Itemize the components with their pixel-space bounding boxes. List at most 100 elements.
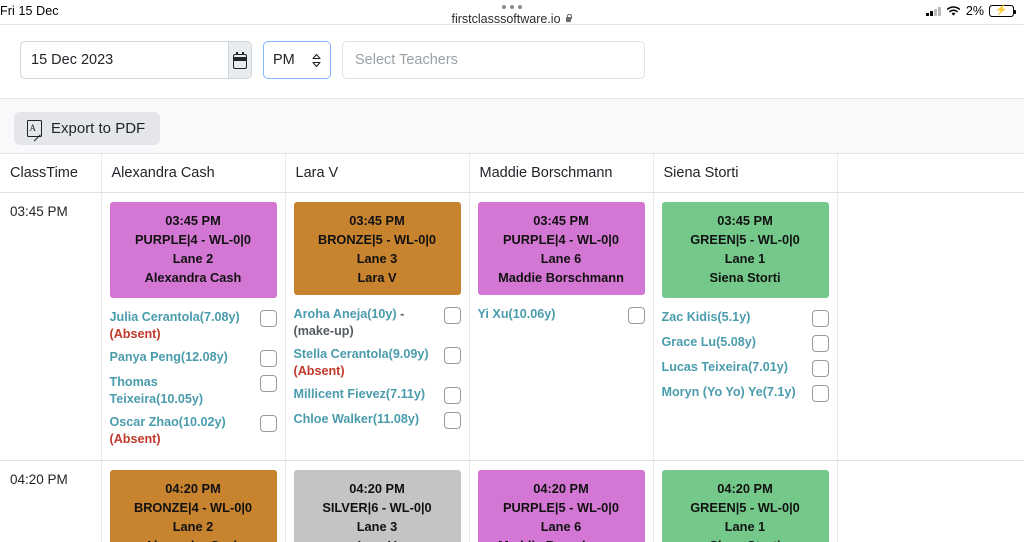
student-name[interactable]: Oscar Zhao(10.02y) (Absent) — [110, 414, 254, 447]
ampm-select[interactable]: PM — [263, 41, 331, 79]
student-name[interactable]: Yi Xu(10.06y) — [478, 306, 622, 323]
class-block-time: 04:20 PM — [165, 480, 221, 496]
attendance-checkbox[interactable] — [811, 309, 829, 327]
schedule-cell: 03:45 PM BRONZE|5 - WL-0|0 Lane 3 Lara V Aro… — [285, 192, 470, 461]
attendance-checkbox[interactable] — [443, 347, 461, 365]
class-block[interactable]: 04:20 PM SILVER|6 - WL-0|0 Lane 3 Lara V — [293, 469, 461, 542]
attendance-checkbox[interactable] — [443, 387, 461, 405]
class-block-teacher: Maddie Borschmann — [484, 538, 639, 542]
date-picker[interactable] — [20, 41, 252, 79]
student-name[interactable]: Julia Cerantola(7.08y) (Absent) — [110, 309, 254, 342]
calendar-icon — [233, 52, 247, 69]
student-row: Stella Cerantola(9.09y) (Absent) — [294, 341, 461, 381]
site-url: firstclasssoftware.io — [451, 11, 561, 26]
class-block-teacher: Siena Storti — [709, 269, 781, 285]
student-name[interactable]: Stella Cerantola(9.09y) (Absent) — [294, 346, 438, 379]
class-block[interactable]: 03:45 PM GREEN|5 - WL-0|0 Lane 1 Siena Stor… — [661, 202, 829, 298]
student-row: Panya Peng(12.08y) — [110, 344, 277, 369]
student-name[interactable]: Millicent Fievez(7.11y) — [294, 386, 438, 403]
class-block-teacher: Alexandra Cash — [144, 269, 242, 285]
attendance-checkbox[interactable] — [811, 334, 829, 352]
class-block[interactable]: 04:20 PM PURPLE|5 - WL-0|0 Lane 6 Maddie Bo… — [477, 469, 645, 542]
tab-overview-dots-icon[interactable] — [502, 4, 522, 9]
attendance-checkbox[interactable] — [259, 350, 277, 368]
student-row: Moryn (Yo Yo) Ye(7.1y) — [662, 379, 829, 404]
class-time-cell: 03:45 PM — [0, 192, 102, 461]
student-list: Julia Cerantola(7.08y) (Absent) Panya Peng… — [110, 304, 277, 450]
student-row: Chloe Walker(11.08y) — [294, 406, 461, 431]
export-toolbar: Export to PDF — [0, 99, 1024, 154]
browser-address-area: firstclasssoftware.io — [0, 0, 1024, 26]
student-name-text: Thomas Teixeira(10.05y) — [109, 375, 204, 406]
attendance-checkbox[interactable] — [443, 306, 461, 324]
class-block-level: BRONZE|4 - WL-0|0 — [133, 499, 253, 515]
student-name-text: Chloe Walker(11.08y) — [293, 412, 420, 427]
student-name-text: Lucas Teixeira(7.01y) — [661, 359, 788, 374]
schedule-cell — [837, 192, 1024, 461]
schedule-table-wrapper: ClassTime Alexandra Cash Lara V Maddie Bors… — [0, 154, 1024, 542]
class-block-teacher: Siena Storti — [668, 538, 823, 542]
attendance-checkbox[interactable] — [259, 415, 277, 433]
class-block[interactable]: 04:20 PM BRONZE|4 - WL-0|0 Lane 2 Alexandra… — [109, 469, 277, 542]
student-row: Yi Xu(10.06y) — [478, 301, 645, 326]
class-block-lane: Lane 6 — [540, 518, 582, 534]
class-block-lane: Lane 3 — [356, 250, 398, 266]
schedule-table: ClassTime Alexandra Cash Lara V Maddie Bors… — [0, 154, 1024, 542]
class-block-time: 04:20 PM — [717, 480, 773, 496]
student-absent-label: (Absent) — [109, 431, 161, 446]
attendance-checkbox[interactable] — [811, 384, 829, 402]
student-name[interactable]: Lucas Teixeira(7.01y) — [662, 359, 806, 376]
attendance-checkbox[interactable] — [627, 306, 645, 324]
student-row: Thomas Teixeira(10.05y) — [110, 369, 277, 409]
attendance-checkbox[interactable] — [443, 412, 461, 430]
filter-bar: PM — [0, 24, 1024, 99]
attendance-checkbox[interactable] — [259, 375, 277, 393]
teachers-multiselect[interactable] — [342, 41, 645, 79]
student-name[interactable]: Aroha Aneja(10y) - (make-up) — [294, 306, 438, 339]
battery-icon: ⚡ — [989, 5, 1017, 17]
class-block-lane: Lane 6 — [540, 250, 582, 266]
charging-bolt-icon: ⚡ — [995, 5, 1008, 16]
app-page: PM Export to PDF ClassTimeAl — [0, 24, 1024, 542]
wifi-icon — [946, 5, 961, 17]
student-name[interactable]: Panya Peng(12.08y) — [110, 349, 254, 366]
calendar-button[interactable] — [228, 42, 251, 78]
attendance-checkbox[interactable] — [259, 309, 277, 327]
student-name[interactable]: Moryn (Yo Yo) Ye(7.1y) — [662, 384, 806, 401]
schedule-row: 03:45 PM 03:45 PM PURPLE|4 - WL-0|0 Lane 2 A… — [0, 192, 1024, 461]
signal-bars-icon — [926, 6, 941, 16]
schedule-cell: 03:45 PM PURPLE|4 - WL-0|0 Lane 6 Maddie Bo… — [469, 192, 654, 461]
class-block-lane: Lane 1 — [724, 518, 766, 534]
schedule-cell — [837, 460, 1024, 542]
class-block[interactable]: 03:45 PM BRONZE|5 - WL-0|0 Lane 3 Lara V — [293, 202, 461, 295]
class-block-time: 04:20 PM — [349, 480, 405, 496]
class-block[interactable]: 03:45 PM PURPLE|4 - WL-0|0 Lane 6 Maddie Bo… — [477, 202, 645, 295]
student-row: Julia Cerantola(7.08y) (Absent) — [110, 304, 277, 344]
student-name[interactable]: Zac Kidis(5.1y) — [662, 309, 806, 326]
schedule-row: 04:20 PM 04:20 PM BRONZE|4 - WL-0|0 Lane 2 A… — [0, 460, 1024, 542]
column-header-alexandra-cash: Alexandra Cash — [101, 154, 286, 193]
class-block-time: 04:20 PM — [533, 480, 589, 496]
student-name[interactable]: Chloe Walker(11.08y) — [294, 411, 438, 428]
address-bar[interactable]: firstclasssoftware.io — [451, 11, 573, 26]
class-block[interactable]: 04:20 PM GREEN|5 - WL-0|0 Lane 1 Siena Stor… — [661, 469, 829, 542]
class-block-teacher: Lara V — [357, 269, 397, 285]
column-header-classtime: ClassTime — [0, 154, 102, 193]
class-block[interactable]: 03:45 PM PURPLE|4 - WL-0|0 Lane 2 Alexandra… — [109, 202, 277, 298]
class-block-level: GREEN|5 - WL-0|0 — [690, 231, 800, 247]
class-block-teacher: Maddie Borschmann — [498, 269, 624, 285]
student-name-text: Stella Cerantola(9.09y) — [293, 347, 429, 362]
student-name-text: Julia Cerantola(7.08y) — [109, 309, 240, 324]
attendance-checkbox[interactable] — [811, 359, 829, 377]
student-name[interactable]: Thomas Teixeira(10.05y) — [110, 374, 254, 407]
schedule-cell: 04:20 PM SILVER|6 - WL-0|0 Lane 3 Lara V — [285, 460, 470, 542]
teachers-input[interactable] — [355, 52, 632, 68]
student-name[interactable]: Grace Lu(5.08y) — [662, 334, 806, 351]
student-row: Lucas Teixeira(7.01y) — [662, 354, 829, 379]
export-to-pdf-button[interactable]: Export to PDF — [14, 112, 161, 145]
date-input[interactable] — [21, 52, 228, 68]
column-header-lara-v: Lara V — [285, 154, 470, 193]
class-time-cell: 04:20 PM — [0, 460, 102, 542]
export-button-label: Export to PDF — [51, 120, 146, 137]
class-block-time: 03:45 PM — [533, 213, 589, 228]
